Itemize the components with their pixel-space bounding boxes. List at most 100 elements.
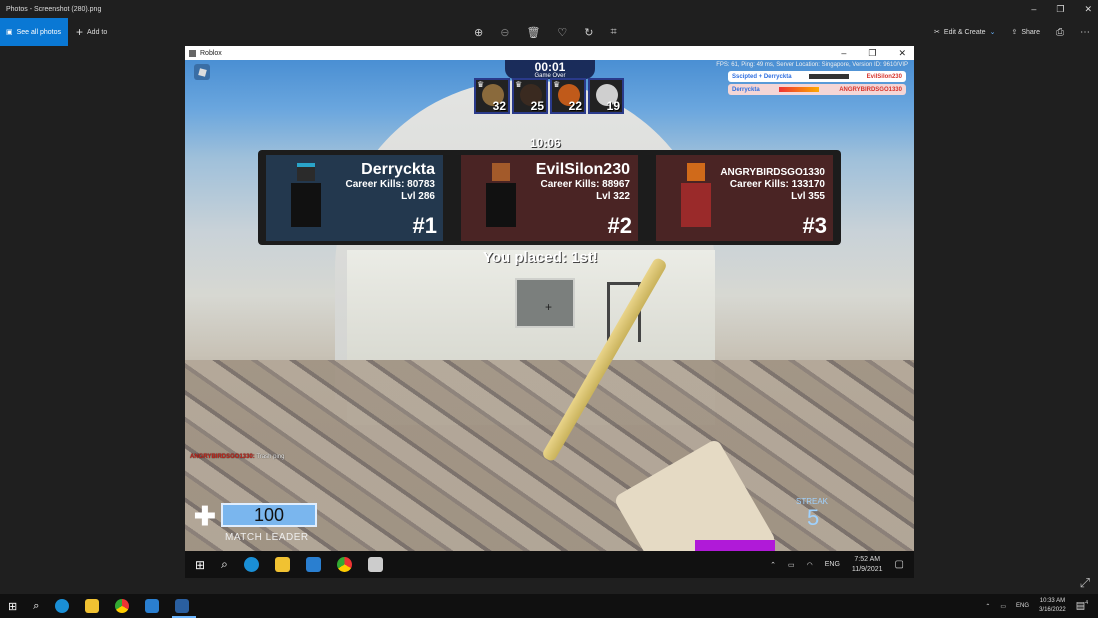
chevron-up-icon[interactable]: ⌃ xyxy=(770,561,776,569)
podium-rank: #1 xyxy=(412,213,437,238)
podium-card: Derryckta Career Kills: 80783 Lvl 286 #1 xyxy=(266,155,443,241)
roblox-titlebar: Roblox – ❐ ✕ xyxy=(185,46,914,60)
language-indicator[interactable]: ENG xyxy=(825,561,840,568)
player-avatar xyxy=(483,163,519,227)
podium-career-kills: Career Kills: 133170 xyxy=(729,179,825,190)
windows-start-icon[interactable]: ⊞ xyxy=(8,600,17,613)
minimize-icon[interactable]: – xyxy=(1031,4,1036,14)
round-timer: 10:06 xyxy=(530,136,561,150)
restore-icon[interactable]: ❐ xyxy=(1056,4,1064,15)
share-button[interactable]: ⇪ Share xyxy=(1011,28,1040,37)
expand-icon[interactable]: ⤢ xyxy=(1080,575,1090,591)
os-system-tray: ⌃ ▭ ENG 10:33 AM 3/16/2022 ▤4 xyxy=(985,594,1088,618)
os-clock[interactable]: 10:33 AM 3/16/2022 xyxy=(1039,597,1066,615)
inner-clock[interactable]: 7:52 AM 11/9/2021 xyxy=(852,555,883,575)
battery-icon[interactable]: ▭ xyxy=(788,561,795,569)
player-avatar xyxy=(288,163,324,227)
health-value: 100 xyxy=(221,503,317,527)
roblox-app-icon xyxy=(189,49,196,57)
battery-icon[interactable]: ▭ xyxy=(1000,603,1006,610)
delete-icon[interactable]: 🗑 xyxy=(526,26,540,39)
podium-rank: #2 xyxy=(607,213,632,238)
search-icon[interactable]: ⌕ xyxy=(221,557,228,572)
add-to-label: Add to xyxy=(87,28,108,36)
file-explorer-icon[interactable] xyxy=(274,557,290,572)
match-timer: 00:01 Game Over xyxy=(505,60,595,79)
inner-time: 7:52 AM xyxy=(854,555,881,563)
timer-value: 00:01 xyxy=(534,60,566,74)
gallery-icon: ▣ xyxy=(6,29,13,36)
photos-app-icon[interactable] xyxy=(175,599,190,613)
victim-name: ANGRYBIRDSGO1330 xyxy=(839,86,902,93)
streak-value: 5 xyxy=(807,505,820,530)
os-time: 10:33 AM xyxy=(1039,598,1066,604)
chrome-icon[interactable] xyxy=(336,557,352,572)
wifi-icon[interactable]: ◠ xyxy=(807,561,813,569)
edge-icon[interactable] xyxy=(55,599,70,613)
notification-center-icon[interactable]: ▤4 xyxy=(1076,600,1088,611)
image-tools: ⊕ ⊖ 🗑 ♡ ↻ ⌗ xyxy=(474,18,617,46)
photos-right-tools: ✂ Edit & Create ⌄ ⇪ Share ⎙ ⋯ xyxy=(934,18,1090,46)
crop-icon[interactable]: ⌗ xyxy=(611,26,617,39)
crosshair-icon: + xyxy=(545,300,553,314)
podium-level: Lvl 355 xyxy=(791,191,825,202)
podium-level: Lvl 322 xyxy=(596,191,630,202)
restore-icon[interactable]: ❐ xyxy=(868,48,876,59)
notification-count: 4 xyxy=(1085,600,1088,607)
chat-username: ANGRYBIRDSGO1330: xyxy=(190,454,255,460)
chevron-down-icon: ⌄ xyxy=(989,29,996,36)
see-all-photos-button[interactable]: ▣ See all photos xyxy=(0,18,68,46)
killer-name: Sscipted + Derryckta xyxy=(732,73,792,80)
rotate-icon[interactable]: ↻ xyxy=(584,26,593,39)
photos-window-title: Photos - Screenshot (280).png xyxy=(6,5,102,13)
windows-start-icon[interactable]: ⊞ xyxy=(195,558,205,572)
game-viewport[interactable]: + 00:01 Game Over ♛ 32 ♛ 25 ♛ 22 19 FPS:… xyxy=(185,60,914,551)
photos-toolbar: ▣ See all photos + Add to ⊕ ⊖ 🗑 ♡ ↻ ⌗ ✂ … xyxy=(0,18,1098,46)
roblox-menu-icon[interactable] xyxy=(194,64,210,80)
chevron-up-icon[interactable]: ⌃ xyxy=(985,603,990,610)
match-leader-label: MATCH LEADER xyxy=(225,532,309,543)
share-icon: ⇪ xyxy=(1011,29,1018,36)
zoom-out-icon[interactable]: ⊖ xyxy=(500,26,509,39)
podium-player-name: Derryckta xyxy=(361,161,435,178)
edit-icon: ✂ xyxy=(934,29,940,36)
notification-icon[interactable]: ▢ xyxy=(895,559,904,570)
top-player-portrait: ♛ 22 xyxy=(550,78,586,114)
file-explorer-icon[interactable] xyxy=(85,599,100,613)
edge-icon[interactable] xyxy=(243,557,259,572)
killer-name: Derryckta xyxy=(732,86,760,93)
language-indicator[interactable]: ENG xyxy=(1016,603,1029,609)
top-players: ♛ 32 ♛ 25 ♛ 22 19 xyxy=(474,78,624,114)
edit-create-button[interactable]: ✂ Edit & Create ⌄ xyxy=(934,28,996,37)
inner-system-tray: ⌃ ▭ ◠ ENG 7:52 AM 11/9/2021 ▢ xyxy=(770,551,904,578)
top-player-score: 19 xyxy=(606,99,620,113)
plus-icon: + xyxy=(76,25,84,39)
close-icon[interactable]: ✕ xyxy=(1084,4,1092,15)
podium-panel: Derryckta Career Kills: 80783 Lvl 286 #1… xyxy=(258,150,841,245)
search-icon[interactable]: ⌕ xyxy=(33,600,39,613)
share-label: Share xyxy=(1021,28,1040,36)
print-icon[interactable]: ⎙ xyxy=(1056,27,1064,38)
zoom-in-icon[interactable]: ⊕ xyxy=(474,26,483,39)
podium-card: ANGRYBIRDSGO1330 Career Kills: 133170 Lv… xyxy=(656,155,833,241)
mail-icon[interactable] xyxy=(145,599,160,613)
player-avatar xyxy=(678,163,714,227)
health-icon: ✚ xyxy=(194,501,216,531)
os-taskbar: ⊞ ⌕ ⌃ ▭ ENG 10:33 AM 3/16/2022 ▤4 xyxy=(0,594,1098,618)
close-icon[interactable]: ✕ xyxy=(898,48,906,59)
roblox-taskbar-icon[interactable] xyxy=(367,557,383,572)
top-player-portrait: ♛ 32 xyxy=(474,78,510,114)
top-player-score: 25 xyxy=(530,99,544,113)
favorite-icon[interactable]: ♡ xyxy=(557,26,567,39)
podium-level: Lvl 286 xyxy=(401,191,435,202)
photos-titlebar: Photos - Screenshot (280).png – ❐ ✕ xyxy=(0,0,1098,18)
minimize-icon[interactable]: – xyxy=(841,48,846,58)
mail-icon[interactable] xyxy=(305,557,321,572)
podium-player-name: ANGRYBIRDSGO1330 xyxy=(720,167,825,178)
more-icon[interactable]: ⋯ xyxy=(1080,27,1090,38)
victim-name: EvilSilon230 xyxy=(866,73,902,80)
chrome-icon[interactable] xyxy=(115,599,130,613)
gun-icon xyxy=(809,74,850,79)
chat-text: Trash ping xyxy=(256,454,285,460)
add-to-button[interactable]: + Add to xyxy=(76,18,107,46)
